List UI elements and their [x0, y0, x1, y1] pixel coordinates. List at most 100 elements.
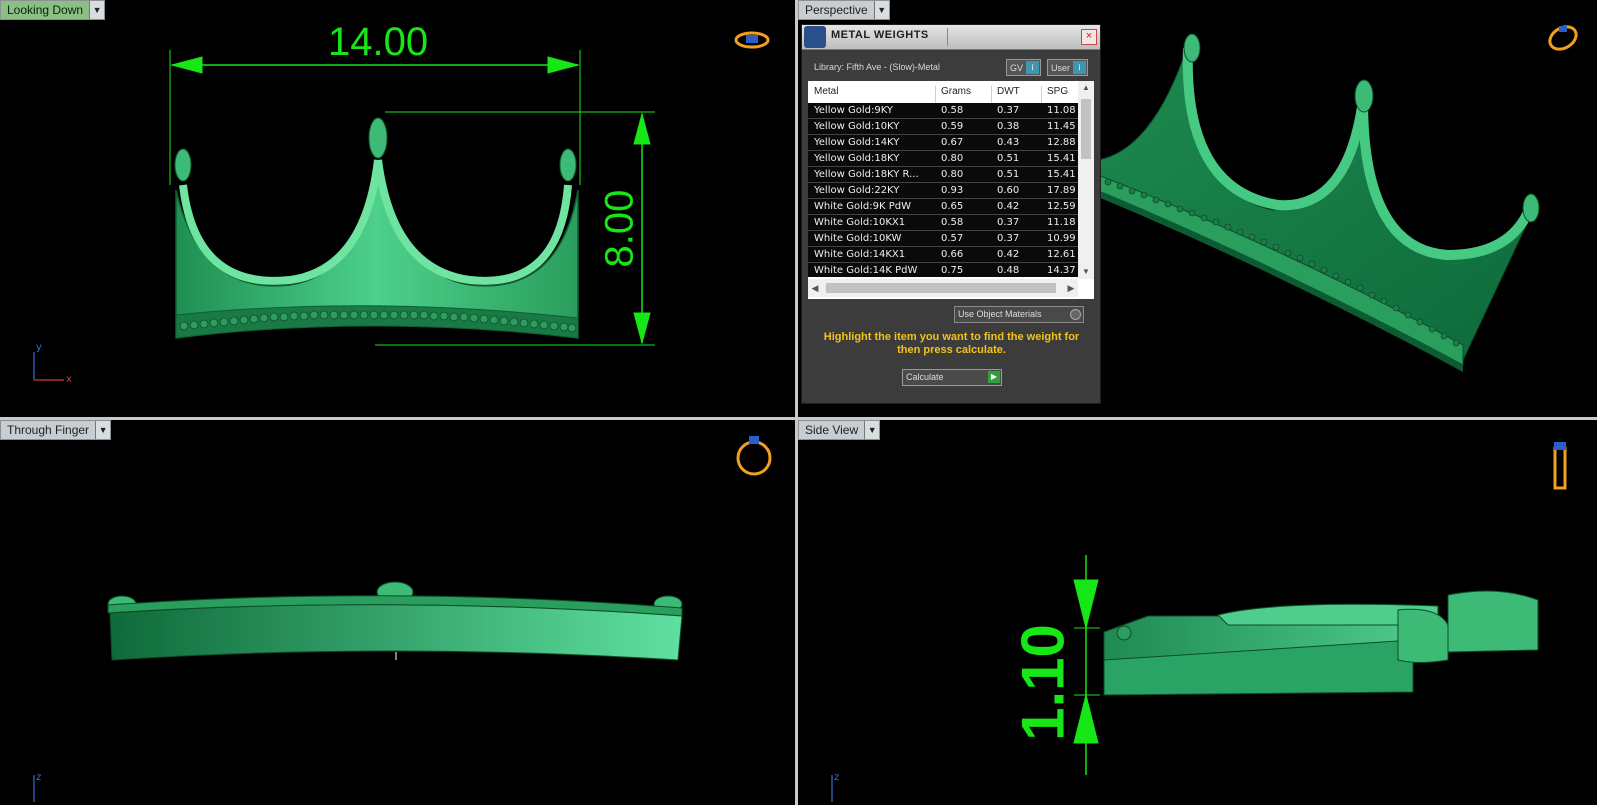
cell-metal: Yellow Gold:9KY	[814, 105, 893, 116]
column-header-dwt[interactable]: DWT	[997, 86, 1020, 97]
viewport-side-view[interactable]: Side View ▼ 1.10 z	[798, 420, 1597, 805]
dropdown-arrow-icon[interactable]: ▼	[89, 1, 105, 19]
cell-dwt: 0.37	[997, 105, 1020, 116]
cell-grams: 0.93	[941, 185, 964, 196]
table-row[interactable]: Yellow Gold:18KY R... 0.80 0.51 15.41	[808, 167, 1078, 183]
axis-indicator	[33, 352, 64, 381]
cell-grams: 0.58	[941, 105, 964, 116]
table-row[interactable]: Yellow Gold:14KY 0.67 0.43 12.88	[808, 135, 1078, 151]
scroll-right-icon[interactable]: ▶	[1064, 279, 1078, 297]
table-header: Metal Grams DWT SPG	[808, 81, 1078, 108]
viewport-looking-down[interactable]: Looking Down ▼ 14.00 8.00 y x	[0, 0, 795, 417]
table-row[interactable]: Yellow Gold:22KY 0.93 0.60 17.89	[808, 183, 1078, 199]
viewport-tab[interactable]: Looking Down ▼	[0, 0, 106, 20]
table-rows: Yellow Gold:9KY 0.58 0.37 11.08 Yellow Gold:…	[808, 103, 1078, 277]
column-header-metal[interactable]: Metal	[814, 86, 838, 97]
table-row[interactable]: Yellow Gold:10KY 0.59 0.38 11.45	[808, 119, 1078, 135]
scroll-left-icon[interactable]: ◀	[808, 279, 822, 297]
viewport-divider-horizontal[interactable]	[0, 417, 1597, 420]
viewport-through-finger[interactable]: Through Finger ▼ z	[0, 420, 795, 805]
viewport-tab[interactable]: Through Finger ▼	[0, 420, 112, 440]
cell-dwt: 0.60	[997, 185, 1020, 196]
cell-spg: 15.41	[1047, 153, 1076, 164]
cell-dwt: 0.38	[997, 121, 1020, 132]
cell-dwt: 0.42	[997, 249, 1020, 260]
table-row[interactable]: Yellow Gold:9KY 0.58 0.37 11.08	[808, 103, 1078, 119]
viewport-tab[interactable]: Side View ▼	[798, 420, 881, 440]
play-icon: ▶	[988, 371, 1000, 383]
info-icon: i	[1073, 61, 1087, 74]
metal-weights-icon	[804, 26, 826, 48]
cell-dwt: 0.48	[997, 265, 1020, 276]
crown-side-cap-2	[1447, 590, 1539, 653]
axis-y-label: y	[36, 342, 42, 353]
cell-metal: Yellow Gold:14KY	[814, 137, 900, 148]
scroll-down-icon[interactable]: ▼	[1078, 265, 1094, 279]
metal-weights-table: Metal Grams DWT SPG Yellow Gold:9KY 0.58 0…	[808, 81, 1094, 299]
crown-side-cap-1	[1397, 608, 1449, 663]
through-finger-scene	[33, 436, 772, 802]
table-row[interactable]: White Gold:10KW 0.57 0.37 10.99	[808, 231, 1078, 247]
thickness-dimension	[1073, 555, 1100, 775]
table-row[interactable]: White Gold:10KX1 0.58 0.37 11.18	[808, 215, 1078, 231]
thickness-dimension-label: 1.10	[1009, 624, 1077, 741]
horizontal-scrollbar[interactable]: ◀ ▶	[808, 279, 1078, 297]
table-row[interactable]: White Gold:14K PdW 0.75 0.48 14.37	[808, 263, 1078, 277]
ring-view-icon	[736, 436, 772, 476]
viewport-divider-vertical[interactable]	[795, 0, 798, 805]
finial-left	[1183, 33, 1201, 63]
gv-toggle-label: GV	[1010, 62, 1024, 73]
axis-z-label: z	[834, 772, 840, 783]
use-object-materials-toggle[interactable]: Use Object Materials	[954, 306, 1084, 323]
dropdown-arrow-icon[interactable]: ▼	[95, 421, 111, 439]
panel-titlebar[interactable]: METAL WEIGHTS ×	[802, 25, 1100, 50]
viewport-tab[interactable]: Perspective ▼	[798, 0, 890, 20]
crown-band-front	[109, 604, 683, 661]
table-row[interactable]: Yellow Gold:18KY 0.80 0.51 15.41	[808, 151, 1078, 167]
table-row[interactable]: White Gold:14KX1 0.66 0.42 12.61	[808, 247, 1078, 263]
ring-view-icon	[1553, 442, 1567, 490]
dropdown-arrow-icon[interactable]: ▼	[873, 1, 889, 19]
finial-left	[174, 148, 192, 182]
width-dimension-label: 14.00	[328, 20, 429, 64]
radio-icon	[1070, 309, 1081, 320]
cell-metal: White Gold:14K PdW	[814, 265, 918, 276]
cell-metal: White Gold:10KW	[814, 233, 902, 244]
finial-center	[1354, 79, 1374, 113]
cell-grams: 0.57	[941, 233, 964, 244]
user-toggle-label: User	[1051, 62, 1071, 73]
scrollbar-thumb[interactable]	[826, 283, 1056, 293]
cell-grams: 0.65	[941, 201, 964, 212]
cell-metal: White Gold:10KX1	[814, 217, 906, 228]
finial-right	[1522, 193, 1540, 223]
cell-spg: 11.08	[1047, 105, 1076, 116]
cell-spg: 14.37	[1047, 265, 1076, 276]
cell-spg: 12.59	[1047, 201, 1076, 212]
use-object-materials-label: Use Object Materials	[958, 309, 1042, 319]
gv-toggle[interactable]: GV i	[1006, 59, 1042, 76]
cell-dwt: 0.42	[997, 201, 1020, 212]
metal-weights-panel: METAL WEIGHTS × Library: Fifth Ave - (Sl…	[801, 24, 1101, 404]
table-row[interactable]: White Gold:9K PdW 0.65 0.42 12.59	[808, 199, 1078, 215]
ring-view-icon	[1548, 25, 1578, 51]
cell-grams: 0.80	[941, 169, 964, 180]
axis-z-label: z	[36, 772, 42, 783]
column-header-grams[interactable]: Grams	[941, 86, 971, 97]
cell-metal: Yellow Gold:22KY	[814, 185, 900, 196]
user-toggle[interactable]: User i	[1047, 59, 1089, 76]
calculate-button[interactable]: Calculate ▶	[902, 369, 1002, 386]
cell-grams: 0.66	[941, 249, 964, 260]
close-icon[interactable]: ×	[1081, 29, 1097, 45]
cell-metal: Yellow Gold:18KY R...	[814, 169, 919, 180]
side-view-scene	[831, 442, 1567, 802]
info-icon: i	[1026, 61, 1040, 74]
cell-spg: 11.45	[1047, 121, 1076, 132]
bead	[1116, 625, 1132, 641]
scrollbar-thumb[interactable]	[1081, 99, 1091, 159]
scroll-up-icon[interactable]: ▲	[1078, 81, 1094, 95]
dropdown-arrow-icon[interactable]: ▼	[864, 421, 880, 439]
cell-spg: 11.18	[1047, 217, 1076, 228]
cell-dwt: 0.43	[997, 137, 1020, 148]
vertical-scrollbar[interactable]: ▲ ▼	[1078, 81, 1094, 279]
column-header-spg[interactable]: SPG	[1047, 86, 1068, 97]
